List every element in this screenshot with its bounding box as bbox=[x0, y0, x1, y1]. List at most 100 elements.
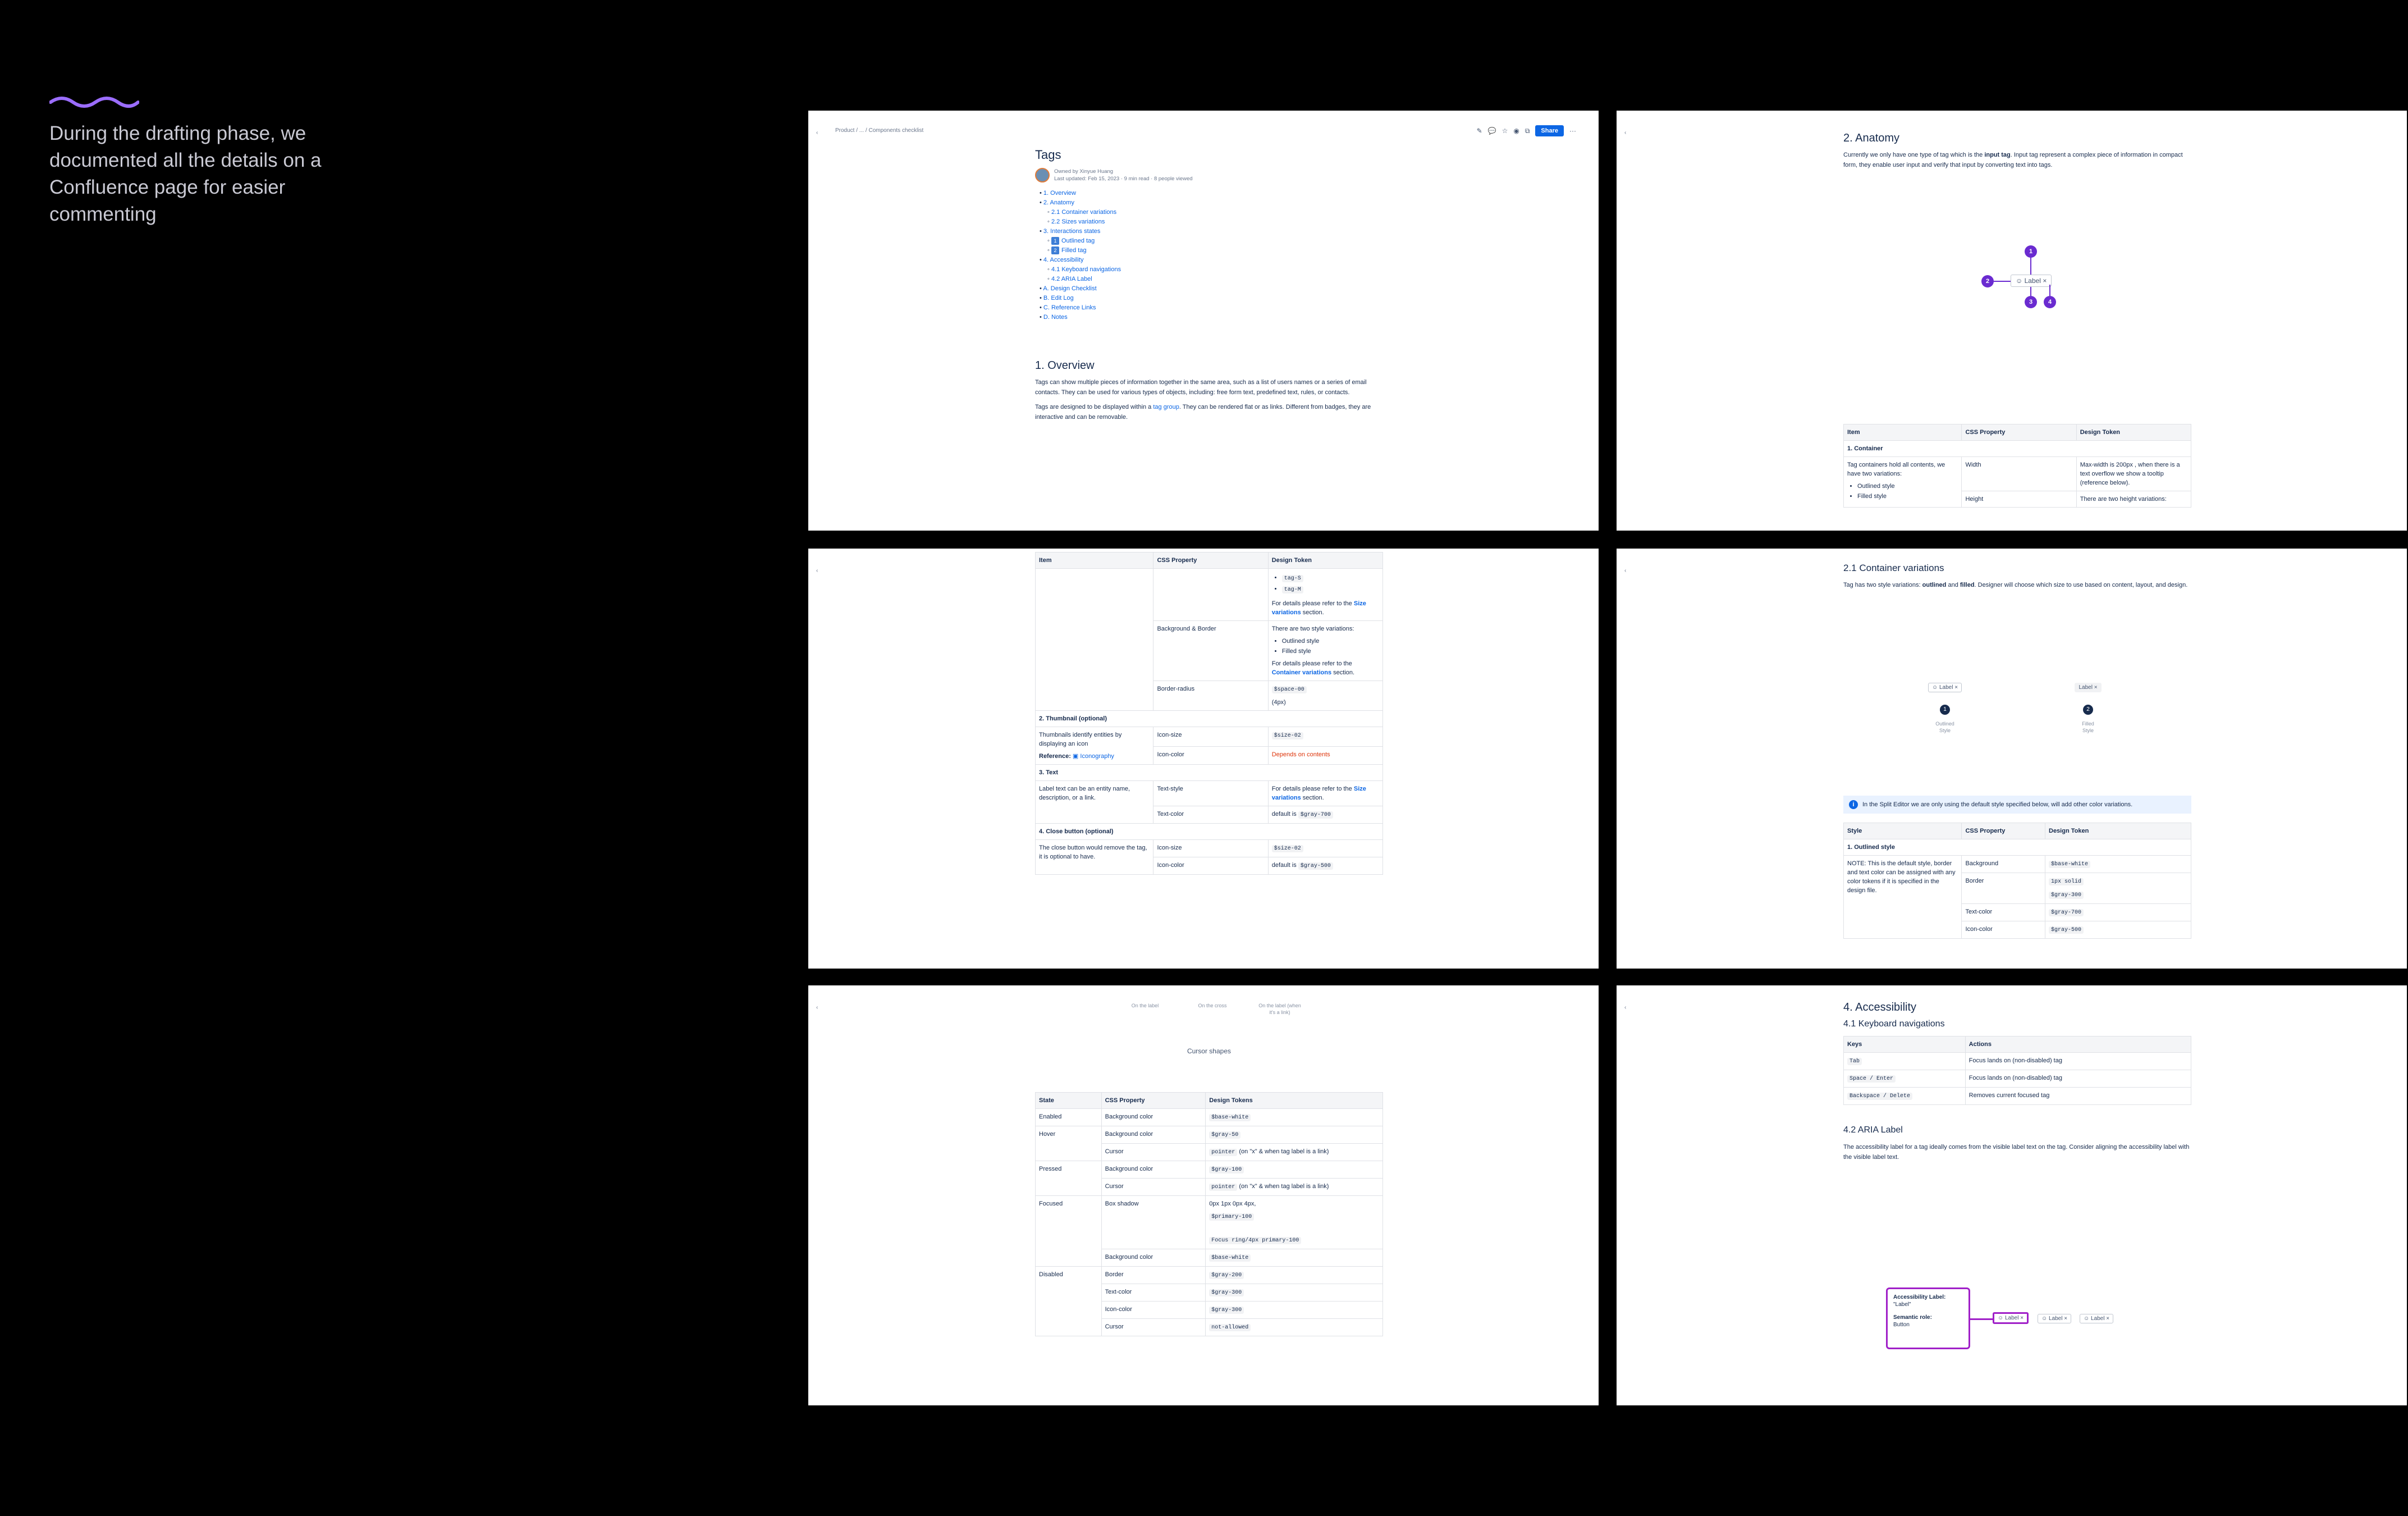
token: $base-white bbox=[1209, 1254, 1251, 1262]
toc-item[interactable]: • C. Reference Links bbox=[1035, 304, 1383, 312]
breadcrumb[interactable]: Product / ... / Components checklist bbox=[835, 127, 923, 134]
text: section. bbox=[1301, 794, 1324, 801]
toc-link[interactable]: 2.1 Container variations bbox=[1051, 209, 1116, 216]
star-icon[interactable]: ☆ bbox=[1502, 127, 1508, 135]
sidebar-toggle-icon[interactable]: ‹ bbox=[816, 1004, 818, 1011]
sidebar-toggle-icon[interactable]: ‹ bbox=[816, 130, 818, 136]
table-cell: Icon-color bbox=[1153, 746, 1269, 765]
table-cell: Pressed bbox=[1035, 1161, 1102, 1196]
toc-item[interactable]: • 4. Accessibility bbox=[1035, 256, 1383, 264]
toc-link[interactable]: D. Notes bbox=[1043, 314, 1068, 321]
tag-chip[interactable]: ☺ Label × bbox=[2038, 1314, 2072, 1323]
table-cell: Text-color bbox=[1153, 806, 1269, 824]
table-cell: Focused bbox=[1035, 1195, 1102, 1267]
table-cell: 0px 1px 0px 4px, $primary-100 Focus ring/4… bbox=[1205, 1195, 1383, 1249]
iconography-link[interactable]: ▣ Iconography bbox=[1073, 753, 1114, 760]
tag-group-link[interactable]: tag group bbox=[1153, 404, 1179, 410]
toc-item[interactable]: • D. Notes bbox=[1035, 313, 1383, 321]
comment-icon[interactable]: 💬 bbox=[1488, 127, 1496, 135]
key: Tab bbox=[1847, 1058, 1862, 1065]
panel-tags-overview: ‹ Product / ... / Components checklist ✎… bbox=[808, 111, 1599, 531]
toc-item[interactable]: • B. Edit Log bbox=[1035, 294, 1383, 302]
overview-paragraph-1: Tags can show multiple pieces of informa… bbox=[1035, 379, 1367, 396]
table-cell: For details please refer to the Size var… bbox=[1267, 780, 1384, 806]
toc-item[interactable]: ◦ 1 Outlined tag bbox=[1035, 237, 1383, 245]
marker-1: 1 bbox=[2025, 245, 2037, 258]
toc-link[interactable]: 4. Accessibility bbox=[1043, 257, 1084, 263]
toc-item[interactable]: • 2. Anatomy bbox=[1035, 199, 1383, 207]
caption-filled: Filled Style bbox=[2082, 721, 2094, 733]
toc-link[interactable]: 2. Anatomy bbox=[1043, 199, 1074, 206]
token: tag-M bbox=[1281, 586, 1303, 593]
toc-link[interactable]: Outlined tag bbox=[1061, 238, 1095, 244]
col-css-property: CSS Property bbox=[1153, 552, 1269, 569]
table-cell: Backspace / Delete bbox=[1843, 1087, 1966, 1105]
toc-item[interactable]: • 1. Overview bbox=[1035, 189, 1383, 197]
token: $base-white bbox=[2049, 861, 2091, 868]
bold-text: filled bbox=[1960, 582, 1975, 588]
sidebar-toggle-icon[interactable]: ‹ bbox=[1624, 568, 1626, 574]
bullet: ◦ bbox=[1047, 247, 1051, 254]
bullet: ◦ bbox=[1047, 266, 1051, 273]
table-cell: $gray-50 bbox=[1205, 1126, 1383, 1144]
toc-link[interactable]: Filled tag bbox=[1061, 247, 1087, 254]
share-button[interactable]: Share bbox=[1535, 125, 1564, 136]
table-cell: $size-02 bbox=[1267, 839, 1384, 857]
sidebar-toggle-icon[interactable]: ‹ bbox=[1624, 130, 1626, 136]
watch-icon[interactable]: ◉ bbox=[1513, 127, 1519, 135]
toc-link[interactable]: 4.2 ARIA Label bbox=[1051, 276, 1092, 282]
toc-item[interactable]: ◦ 2.2 Sizes variations bbox=[1035, 218, 1383, 226]
tag-chip[interactable]: ☺ Label × bbox=[2080, 1314, 2114, 1323]
toc-item[interactable]: ◦ 4.1 Keyboard navigations bbox=[1035, 266, 1383, 273]
sidebar-toggle-icon[interactable]: ‹ bbox=[816, 568, 818, 574]
marker-1: 1 bbox=[1940, 705, 1950, 715]
table-cell: Box shadow bbox=[1101, 1195, 1206, 1249]
copy-link-icon[interactable]: ⧉ bbox=[1525, 127, 1530, 135]
list-item: Filled style bbox=[1857, 492, 1958, 501]
variation-outlined: ☺ Label × 1 Outlined Style bbox=[1922, 682, 1967, 734]
toc-item[interactable]: ◦ 4.2 ARIA Label bbox=[1035, 275, 1383, 283]
col-css-property: CSS Property bbox=[1961, 823, 2045, 839]
more-icon[interactable]: ··· bbox=[1569, 127, 1576, 135]
token: $gray-700 bbox=[2049, 909, 2084, 916]
toc-link[interactable]: 3. Interactions states bbox=[1043, 228, 1101, 235]
panel-container-variations: ‹ 2.1 Container variations Tag has two s… bbox=[1617, 549, 2407, 969]
toc-item[interactable]: • A. Design Checklist bbox=[1035, 285, 1383, 293]
edit-icon[interactable]: ✎ bbox=[1477, 127, 1482, 135]
table-cell: not-allowed bbox=[1205, 1318, 1383, 1336]
page-toolbar: ✎ 💬 ☆ ◉ ⧉ Share ··· bbox=[1477, 125, 1576, 136]
col-item: Item bbox=[1034, 552, 1154, 569]
toc-item[interactable]: • 3. Interactions states bbox=[1035, 227, 1383, 235]
avatar[interactable] bbox=[1035, 168, 1050, 182]
sidebar-toggle-icon[interactable]: ‹ bbox=[1624, 1004, 1626, 1011]
toc-link[interactable]: B. Edit Log bbox=[1043, 295, 1074, 302]
table-cell: Background bbox=[1961, 855, 2045, 873]
table-cell: NOTE: This is the default style, border … bbox=[1843, 855, 1962, 939]
section-row: 1. Container bbox=[1843, 440, 2191, 457]
panel-anatomy: ‹ 2. Anatomy Currently we only have one … bbox=[1617, 111, 2407, 531]
table-cell bbox=[1153, 568, 1269, 621]
container-variations-link[interactable]: Container variations bbox=[1272, 669, 1331, 676]
toc-link[interactable]: 1. Overview bbox=[1043, 190, 1076, 197]
overview-paragraph-2: Tags are designed to be displayed within… bbox=[1035, 402, 1383, 422]
text: section. bbox=[1331, 669, 1355, 676]
text: For details please refer to the bbox=[1271, 660, 1352, 667]
toc-link[interactable]: A. Design Checklist bbox=[1043, 285, 1096, 292]
accessibility-heading: 4. Accessibility bbox=[1843, 1001, 1917, 1013]
info-icon: i bbox=[1849, 800, 1858, 809]
toc-link[interactable]: 2.2 Sizes variations bbox=[1051, 218, 1105, 225]
table-cell: Icon-color bbox=[1101, 1301, 1206, 1319]
owned-by: Owned by Xinyue Huang bbox=[1054, 168, 1114, 175]
toc-link[interactable]: 4.1 Keyboard navigations bbox=[1051, 266, 1121, 273]
table-cell: Focus lands on (non-disabled) tag bbox=[1965, 1052, 2192, 1070]
table-cell: There are two style variations: Outlined… bbox=[1267, 620, 1384, 681]
panel-interaction-states: ‹ On the label On the cross On the label… bbox=[808, 985, 1599, 1405]
toc-item[interactable]: ◦ 2.1 Container variations bbox=[1035, 208, 1383, 216]
overview-heading: 1. Overview bbox=[1035, 359, 1095, 372]
toc-link[interactable]: C. Reference Links bbox=[1043, 304, 1096, 311]
table-cell: Tag containers hold all contents, we hav… bbox=[1843, 456, 1962, 508]
focused-tag-chip[interactable]: ☺ Label × bbox=[1993, 1312, 2029, 1324]
key: Space / Enter bbox=[1847, 1075, 1896, 1083]
cell-text: Tag containers hold all contents, we hav… bbox=[1847, 462, 1945, 477]
toc-item[interactable]: ◦ 2 Filled tag bbox=[1035, 246, 1383, 254]
